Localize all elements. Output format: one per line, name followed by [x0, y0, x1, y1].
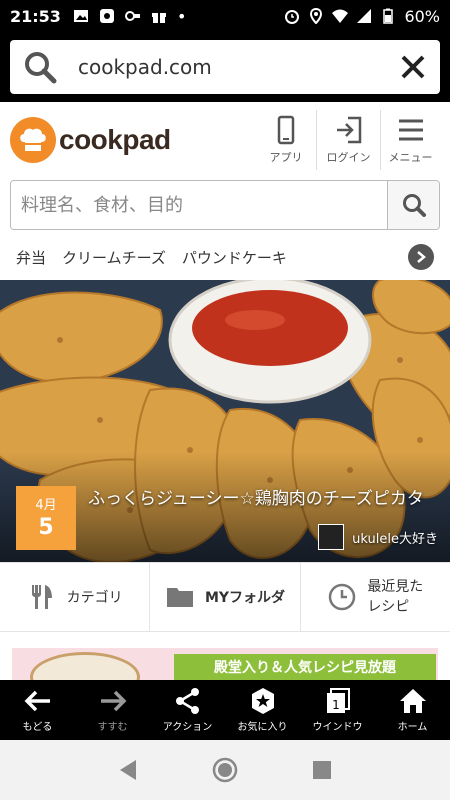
- favorites-button[interactable]: お気に入り: [225, 680, 300, 740]
- nav-login[interactable]: ログイン: [316, 110, 380, 170]
- status-time: 21:53: [10, 6, 61, 26]
- system-home-icon[interactable]: [211, 756, 239, 784]
- tab-recent-recipes[interactable]: 最近見た レシピ: [299, 563, 450, 631]
- date-month: 4月: [35, 498, 57, 513]
- app-notification-icon: [99, 9, 114, 23]
- featured-recipe[interactable]: 4月 5 ふっくらジューシー☆鶏胸肉のチーズピカタ ukulele大好き: [0, 280, 450, 562]
- forward-label: すすむ: [97, 722, 128, 733]
- nav-app[interactable]: アプリ: [256, 110, 316, 170]
- forward-button[interactable]: すすむ: [75, 680, 150, 740]
- chevron-right-icon[interactable]: [408, 244, 434, 270]
- promo-background: 殿堂入り＆人気レシピ見放題: [12, 648, 438, 680]
- nav-app-label: アプリ: [269, 151, 303, 164]
- image-icon: [73, 10, 88, 22]
- close-icon[interactable]: [398, 52, 428, 82]
- back-button[interactable]: もどる: [0, 680, 75, 740]
- search-button[interactable]: [387, 181, 439, 229]
- share-icon: [175, 688, 199, 714]
- search-row: [0, 178, 450, 234]
- action-button[interactable]: アクション: [150, 680, 225, 740]
- author-name: ukulele大好き: [352, 531, 438, 547]
- tab-recent-label: 最近見た レシピ: [367, 579, 424, 615]
- status-dot: •: [176, 6, 187, 26]
- recipe-search-box: [10, 180, 440, 230]
- site-header: cookpad アプリ ログイン メニュー: [0, 102, 450, 178]
- keyword-row: 弁当 クリームチーズ パウンドケーキ: [0, 234, 450, 280]
- dish-image: [30, 652, 140, 680]
- action-label: アクション: [162, 722, 213, 733]
- smartphone-icon: [277, 115, 295, 145]
- tab-category-label: カテゴリ: [66, 590, 123, 606]
- folder-icon: [166, 588, 193, 607]
- fork-knife-icon: [31, 585, 52, 609]
- wifi-icon: [332, 9, 349, 23]
- cookpad-logo[interactable]: cookpad: [10, 117, 171, 163]
- window-icon: 1: [326, 688, 350, 713]
- recipe-author[interactable]: ukulele大好き: [318, 524, 438, 550]
- header-nav: アプリ ログイン メニュー: [256, 110, 440, 170]
- status-bar: 21:53 • 60%: [0, 0, 450, 32]
- home-label: ホーム: [397, 722, 428, 733]
- nav-menu[interactable]: メニュー: [380, 110, 440, 170]
- search-icon[interactable]: [22, 49, 58, 85]
- tab-my-folder[interactable]: MYフォルダ: [149, 563, 299, 631]
- notification-icons: •: [73, 7, 186, 26]
- url-bar[interactable]: cookpad.com: [10, 40, 440, 94]
- keyword-link[interactable]: パウンドケーキ: [182, 247, 287, 268]
- gift-icon: [151, 13, 166, 23]
- window-button[interactable]: 1 ウインドウ: [300, 680, 375, 740]
- favorites-label: お気に入り: [237, 722, 288, 733]
- nav-login-label: ログイン: [326, 151, 371, 164]
- link-icon: [124, 11, 140, 21]
- android-navigation-bar: [0, 740, 450, 800]
- clock-icon: [329, 583, 356, 611]
- tab-my-folder-label: MYフォルダ: [204, 590, 286, 606]
- logo-text: cookpad: [59, 124, 171, 155]
- date-badge: 4月 5: [16, 486, 76, 550]
- date-day: 5: [38, 515, 54, 540]
- system-recents-icon[interactable]: [308, 756, 336, 784]
- back-arrow-icon: [24, 690, 50, 712]
- forward-arrow-icon: [100, 690, 126, 712]
- browser-toolbar: もどる すすむ アクション お気に入り 1 ウインドウ ホーム: [0, 680, 450, 740]
- tab-category[interactable]: カテゴリ: [0, 563, 149, 631]
- chef-hat-icon: [10, 117, 56, 163]
- promo-text: 殿堂入り＆人気レシピ見放題: [174, 654, 436, 680]
- window-count: 1: [332, 698, 340, 712]
- back-label: もどる: [22, 722, 53, 733]
- recipe-search-input[interactable]: [11, 181, 387, 229]
- shortcut-tabs: カテゴリ MYフォルダ 最近見た レシピ: [0, 562, 450, 632]
- home-icon: [399, 689, 426, 713]
- menu-icon: [398, 119, 423, 141]
- signal-icon: [357, 9, 372, 23]
- login-icon: [336, 116, 361, 144]
- window-label: ウインドウ: [312, 722, 363, 733]
- system-back-icon[interactable]: [114, 756, 142, 784]
- battery-icon: [383, 8, 394, 24]
- url-text[interactable]: cookpad.com: [78, 55, 398, 79]
- home-button[interactable]: ホーム: [375, 680, 450, 740]
- battery-percent: 60%: [404, 6, 440, 26]
- browser-url-area: cookpad.com: [0, 32, 450, 102]
- avatar: [318, 524, 345, 550]
- location-icon: [310, 8, 323, 24]
- keyword-link[interactable]: クリームチーズ: [62, 247, 166, 268]
- alarm-icon: [285, 10, 300, 24]
- recipe-title[interactable]: ふっくらジューシー☆鶏胸肉のチーズピカタ: [88, 486, 438, 512]
- star-icon: [251, 688, 274, 714]
- keyword-link[interactable]: 弁当: [16, 247, 46, 268]
- search-icon: [402, 194, 426, 217]
- nav-menu-label: メニュー: [388, 151, 433, 164]
- promo-banner[interactable]: 殿堂入り＆人気レシピ見放題: [0, 632, 450, 680]
